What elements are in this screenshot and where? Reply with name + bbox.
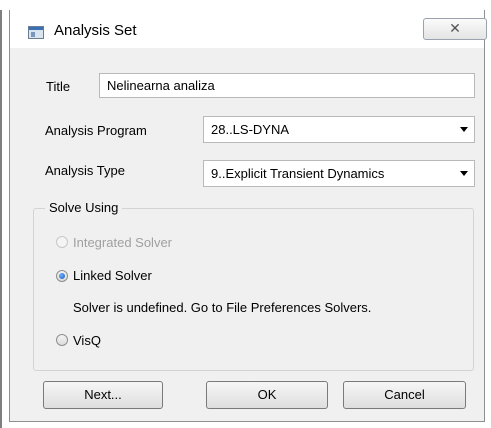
cancel-button[interactable]: Cancel — [343, 381, 466, 409]
close-button[interactable]: ✕ — [423, 18, 487, 40]
background-edge — [0, 10, 2, 428]
linked-solver-note: Solver is undefined. Go to File Preferen… — [73, 300, 372, 315]
analysis-type-value: 9..Explicit Transient Dynamics — [211, 166, 385, 181]
app-icon — [28, 26, 44, 39]
chevron-down-icon — [460, 171, 468, 176]
analysis-type-label: Analysis Type — [45, 163, 125, 178]
analysis-program-label: Analysis Program — [45, 123, 147, 138]
ok-button[interactable]: OK — [206, 381, 328, 409]
analysis-type-select[interactable]: 9..Explicit Transient Dynamics — [203, 160, 475, 187]
close-icon: ✕ — [449, 20, 461, 36]
chevron-down-icon — [460, 127, 468, 132]
analysis-program-value: 28..LS-DYNA — [211, 122, 290, 137]
title-label: Title — [46, 79, 71, 94]
linked-solver-radio[interactable] — [56, 270, 68, 282]
radio-selected-dot — [59, 273, 65, 279]
visq-radio[interactable] — [56, 334, 68, 346]
visq-label: VisQ — [73, 333, 101, 348]
title-input-value: Nelinearna analiza — [107, 78, 215, 93]
window-title: Analysis Set — [54, 22, 137, 39]
title-bar: Analysis Set ✕ — [10, 10, 487, 48]
solve-using-label: Solve Using — [45, 200, 123, 215]
title-input[interactable]: Nelinearna analiza — [99, 73, 475, 98]
integrated-solver-label: Integrated Solver — [73, 235, 173, 250]
integrated-solver-radio[interactable] — [56, 236, 68, 248]
linked-solver-label: Linked Solver — [73, 268, 152, 283]
analysis-program-select[interactable]: 28..LS-DYNA — [203, 116, 475, 143]
next-button[interactable]: Next... — [43, 381, 163, 409]
